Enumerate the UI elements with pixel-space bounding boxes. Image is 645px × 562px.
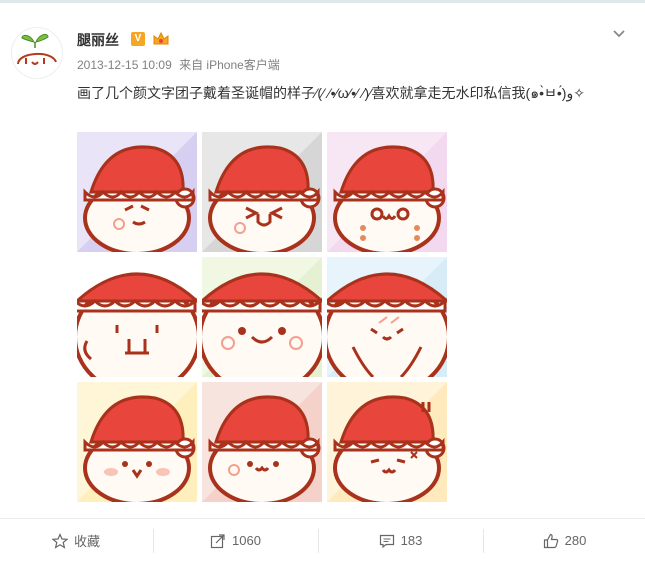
post-text: 画了几个颜文字团子戴着圣诞帽的样子⁄(⁄ ⁄•⁄ω⁄•⁄ ⁄)⁄喜欢就拿走无水印… <box>77 85 585 101</box>
source[interactable]: 来自 iPhone客户端 <box>179 58 280 72</box>
santa-dumpling-illustration <box>77 132 197 252</box>
image-thumbnail[interactable] <box>77 257 197 377</box>
username[interactable]: 腿丽丝 <box>77 30 119 50</box>
santa-dumpling-illustration <box>77 257 197 377</box>
like-count: 280 <box>564 533 587 548</box>
star-icon <box>51 532 68 549</box>
post-meta: 2013-12-15 10:09 来自 iPhone客户端 <box>77 56 284 73</box>
action-bar: 收藏 1060 183 280 <box>0 518 645 562</box>
santa-dumpling-illustration <box>327 132 447 252</box>
like-button[interactable]: 280 <box>484 519 645 562</box>
timestamp[interactable]: 2013-12-15 10:09 <box>77 58 172 72</box>
chevron-down-icon[interactable] <box>611 25 627 41</box>
image-thumbnail[interactable] <box>202 382 322 502</box>
image-thumbnail[interactable] <box>327 132 447 252</box>
santa-dumpling-illustration <box>77 382 197 502</box>
image-thumbnail[interactable] <box>327 257 447 377</box>
image-thumbnail[interactable] <box>202 257 322 377</box>
verified-icon: V <box>131 32 145 46</box>
avatar-image <box>17 33 57 65</box>
comment-icon <box>379 534 394 548</box>
santa-dumpling-illustration <box>202 132 322 252</box>
repost-icon <box>210 533 225 548</box>
favorite-button[interactable]: 收藏 <box>0 519 152 562</box>
image-thumbnail[interactable] <box>77 382 197 502</box>
comment-count: 183 <box>400 533 423 548</box>
image-thumbnail[interactable] <box>77 132 197 252</box>
image-thumbnail[interactable] <box>202 132 322 252</box>
santa-dumpling-illustration <box>202 382 322 502</box>
image-grid <box>77 132 449 504</box>
member-crown-icon[interactable] <box>152 31 170 46</box>
favorite-label: 收藏 <box>73 534 100 549</box>
weibo-post-card: 腿丽丝 V 2013-12-15 10:09 来自 iPhone客户端 画了几个… <box>0 3 645 561</box>
image-thumbnail[interactable] <box>327 382 447 502</box>
santa-dumpling-illustration <box>327 257 447 377</box>
santa-dumpling-illustration <box>202 257 322 377</box>
repost-button[interactable]: 1060 <box>154 519 317 562</box>
santa-dumpling-illustration <box>327 382 447 502</box>
repost-count: 1060 <box>232 533 261 548</box>
avatar[interactable] <box>11 27 63 79</box>
comment-button[interactable]: 183 <box>319 519 482 562</box>
thumb-up-icon <box>543 533 558 548</box>
